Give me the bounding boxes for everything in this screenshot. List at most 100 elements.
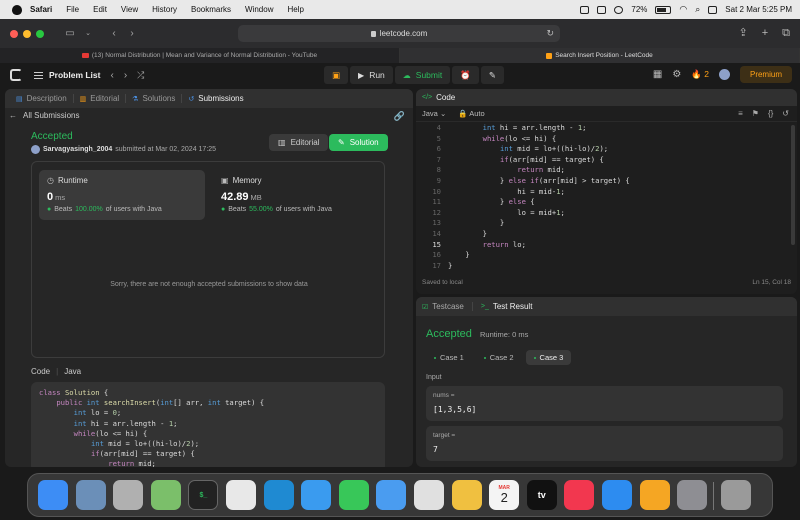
line-number: 13 <box>432 218 441 228</box>
sidebar-toggle-icon[interactable]: ▭ <box>64 28 76 39</box>
dock-launchpad-icon[interactable] <box>113 480 144 510</box>
menu-edit[interactable]: Edit <box>93 5 107 14</box>
dock-preview-icon[interactable] <box>75 480 106 510</box>
reload-icon[interactable]: ↻ <box>546 28 554 39</box>
tab-overview-icon[interactable]: ⧉ <box>782 27 790 39</box>
case-tab-2[interactable]: Case 2 <box>476 350 522 365</box>
menu-file[interactable]: File <box>66 5 79 14</box>
run-button[interactable]: ▶ Run <box>350 66 393 84</box>
tab-solutions[interactable]: ⚗ Solutions <box>126 94 183 103</box>
all-submissions-link[interactable]: ← All Submissions <box>9 111 79 120</box>
username[interactable]: Sarvagyasingh_2004 <box>43 146 112 153</box>
zoom-window-button[interactable] <box>36 29 44 38</box>
premium-button[interactable]: Premium <box>739 66 792 83</box>
dock-safari-icon[interactable] <box>301 480 332 510</box>
tab-description[interactable]: ▤ Description <box>10 94 74 103</box>
tab-editorial[interactable]: ▥ Editorial <box>74 94 127 103</box>
menu-bookmarks[interactable]: Bookmarks <box>191 5 231 14</box>
runtime-stat[interactable]: ◷ Runtime 0 ms ● Beats 100.00% of users with … <box>39 170 205 220</box>
tab-test-result[interactable]: >_ Test Result <box>481 302 541 311</box>
submit-button[interactable]: ☁ Submit <box>394 66 451 84</box>
dock-chrome-icon[interactable] <box>414 480 444 510</box>
dock-tv-icon[interactable]: tv <box>526 480 557 510</box>
case-tab-3[interactable]: Case 3 <box>525 350 572 365</box>
wifi-icon[interactable]: ◠ <box>679 4 687 15</box>
search-icon[interactable]: ⌕ <box>695 4 700 15</box>
submitted-code[interactable]: class Solution { public int searchInsert… <box>31 382 385 467</box>
language-select[interactable]: Java ⌄ <box>422 109 446 118</box>
dock-finder-icon[interactable] <box>38 480 68 510</box>
menu-app-name[interactable]: Safari <box>30 5 52 14</box>
gear-icon[interactable]: ⚙ <box>672 69 681 80</box>
camera-icon[interactable] <box>580 5 590 14</box>
divider: | <box>56 367 59 376</box>
new-tab-icon[interactable]: + <box>762 27 768 39</box>
dock-terminal-icon[interactable]: $_ <box>188 480 219 510</box>
notes-button[interactable]: ✎ <box>480 66 504 84</box>
share-icon[interactable]: ⇪ <box>738 27 747 39</box>
menu-history[interactable]: History <box>152 5 177 14</box>
battery-icon[interactable] <box>655 5 672 14</box>
close-window-button[interactable] <box>10 29 18 38</box>
format-icon[interactable]: ≡ <box>738 109 743 118</box>
dock-app-store-icon[interactable] <box>602 480 632 510</box>
editor-scrollbar[interactable] <box>791 125 795 245</box>
back-icon[interactable]: ‹ <box>108 28 120 39</box>
editorial-button[interactable]: ▥ Editorial <box>269 134 329 151</box>
dock-photos-icon[interactable] <box>451 480 482 510</box>
reset-icon[interactable]: ↺ <box>782 109 789 118</box>
dock-mail-icon[interactable] <box>376 480 407 510</box>
chevron-down-icon[interactable]: ⌄ <box>82 29 94 39</box>
next-problem-icon[interactable]: › <box>124 70 127 81</box>
apple-menu-icon[interactable] <box>12 4 22 15</box>
memory-stat[interactable]: ▣ Memory 42.89 MB ● Beats 55.00% of users wit… <box>213 170 379 220</box>
braces-icon[interactable]: {} <box>768 109 773 118</box>
fire-icon: 🔥 <box>691 69 702 79</box>
screen-icon[interactable] <box>597 5 607 14</box>
dock-trash-icon[interactable] <box>720 480 751 510</box>
list-icon[interactable] <box>34 71 43 79</box>
solution-button[interactable]: ✎ Solution <box>329 134 388 151</box>
menu-window[interactable]: Window <box>245 5 273 14</box>
bookmark-icon[interactable]: ⚑ <box>752 109 759 118</box>
forward-icon[interactable]: › <box>126 28 138 39</box>
autocomplete-toggle[interactable]: 🔒 Auto <box>458 109 484 118</box>
menu-view[interactable]: View <box>121 5 138 14</box>
problem-list-link[interactable]: Problem List <box>49 70 100 80</box>
dock-calendar-icon[interactable]: MAR 2 <box>489 480 520 510</box>
dock-maps-icon[interactable] <box>150 480 181 510</box>
leetcode-logo-icon[interactable] <box>10 69 22 81</box>
layout-icon[interactable]: ▦ <box>653 69 662 80</box>
browser-tab-leetcode[interactable]: Search Insert Position - LeetCode <box>400 48 800 63</box>
dock-music-icon[interactable] <box>564 480 595 510</box>
line-number: 16 <box>432 250 441 260</box>
address-bar[interactable]: leetcode.com ↻ <box>238 25 560 42</box>
dock-vs-code-icon[interactable] <box>263 480 294 510</box>
case-tab-1[interactable]: Case 1 <box>426 350 472 365</box>
control-center-icon[interactable] <box>708 5 718 14</box>
prev-problem-icon[interactable]: ‹ <box>110 70 113 81</box>
streak-counter[interactable]: 🔥 2 <box>691 69 709 80</box>
browser-tab-youtube[interactable]: (13) Normal Distribution | Mean and Vari… <box>0 48 400 63</box>
param-nums[interactable]: nums = [1,3,5,6] <box>426 386 783 421</box>
debug-button[interactable]: ▣ <box>324 66 349 84</box>
clock[interactable]: Sat 2 Mar 5:25 PM <box>725 5 792 14</box>
tab-testcase[interactable]: ☑ Testcase <box>422 302 473 311</box>
tab-submissions[interactable]: ↺ Submissions <box>182 94 249 103</box>
avatar[interactable] <box>718 69 730 80</box>
dock-system-settings-icon[interactable] <box>677 480 708 510</box>
playback-icon[interactable] <box>614 5 624 14</box>
dock-pages-icon[interactable] <box>639 480 670 510</box>
minimize-window-button[interactable] <box>23 29 31 38</box>
dock-app-store-connect-icon[interactable] <box>226 480 256 510</box>
editor-code[interactable]: int hi = arr.length - 1; while(lo <= hi)… <box>448 123 630 271</box>
shuffle-icon[interactable]: ⤮ <box>137 70 144 81</box>
param-target[interactable]: target = 7 <box>426 426 783 461</box>
dock-messages-icon[interactable] <box>338 480 369 510</box>
url-text: leetcode.com <box>379 29 428 38</box>
timer-button[interactable]: ⏰ <box>452 66 479 84</box>
link-icon[interactable]: 🔗 <box>394 111 405 122</box>
menu-help[interactable]: Help <box>287 5 303 14</box>
avatar[interactable] <box>31 145 40 154</box>
editor-code-area[interactable]: 4 5 6 7 8 9 10 11 12 13 14 15 16 17 int hi = arr.leng… <box>416 123 797 271</box>
